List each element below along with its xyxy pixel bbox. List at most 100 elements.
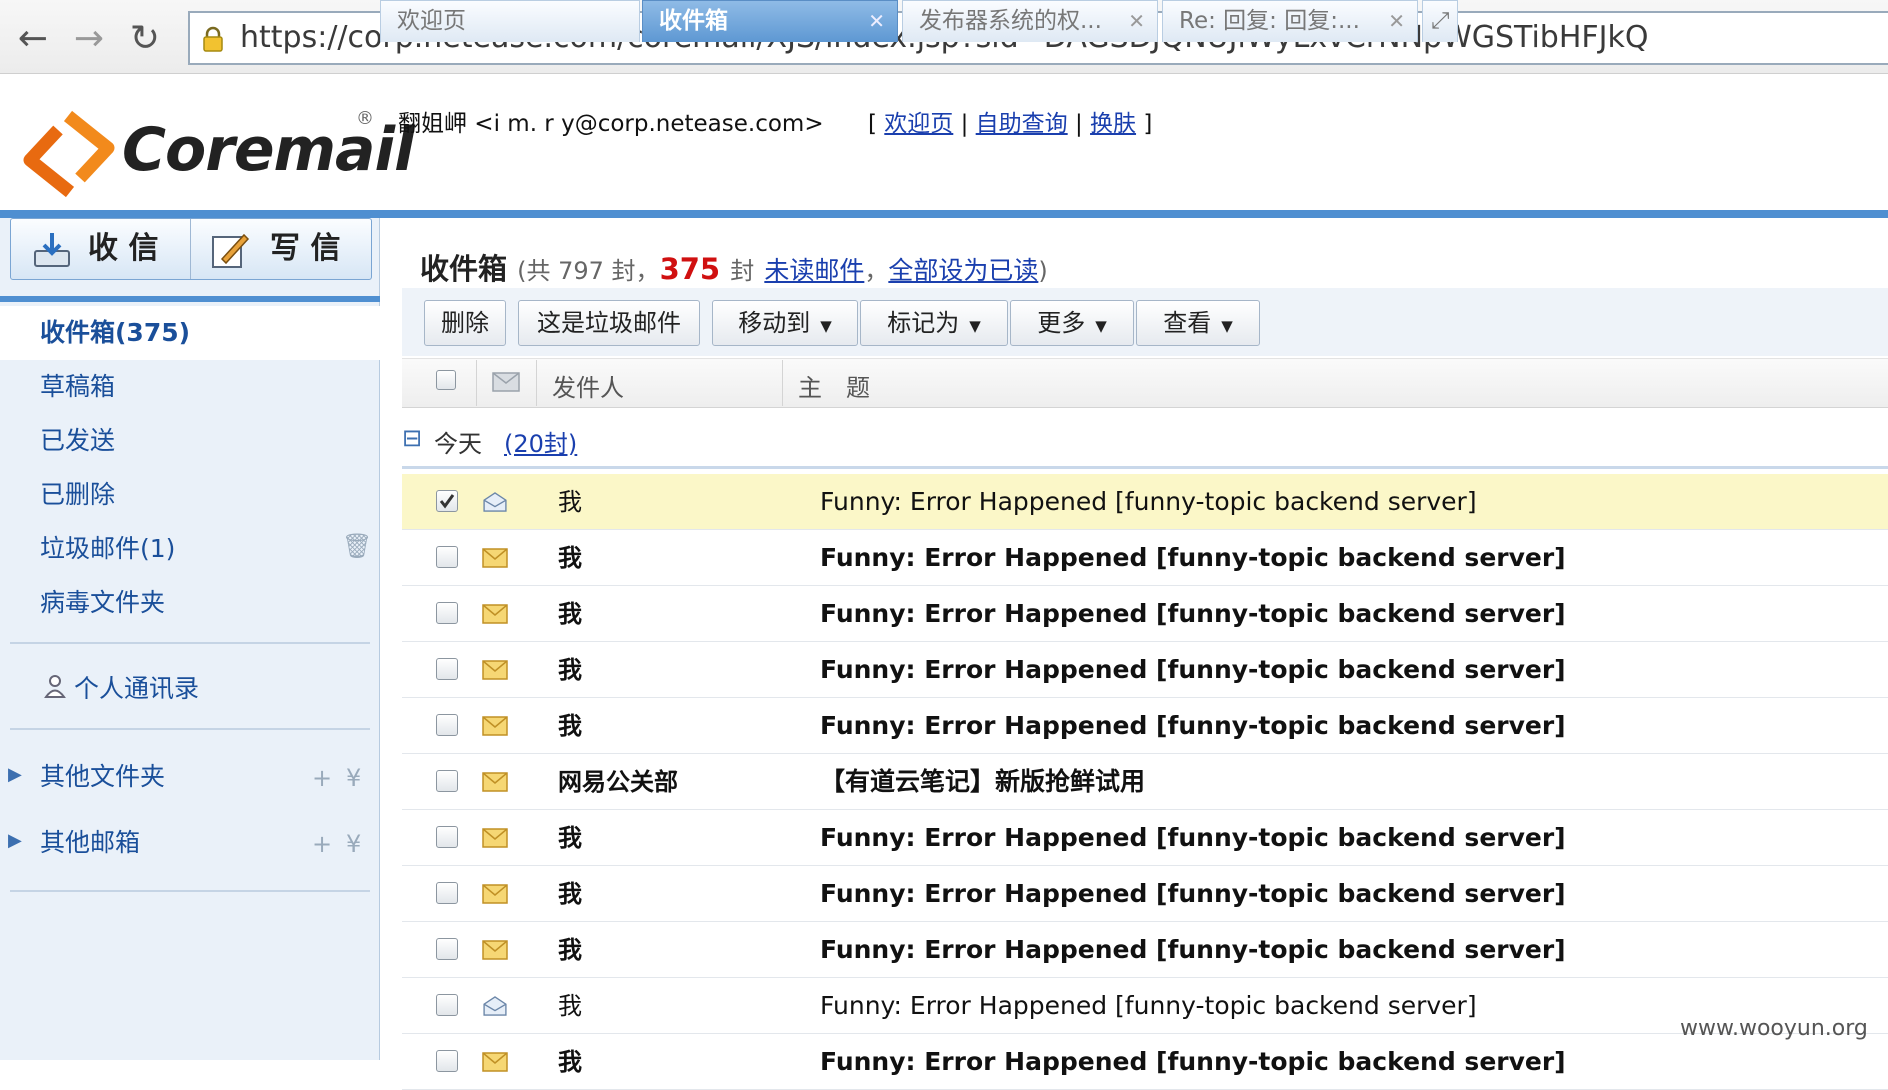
message-row[interactable]: 网易公关部 【有道云笔记】新版抢鲜试用 [402,754,1888,810]
contact-person-icon [44,675,66,698]
message-subject[interactable]: Funny: Error Happened [funny-topic backe… [820,698,1566,754]
sender-column-header[interactable]: 发件人 [552,368,624,403]
message-checkbox[interactable] [436,938,458,960]
message-row[interactable]: 我 Funny: Error Happened [funny-topic back… [402,698,1888,754]
message-sender: 我 [558,1048,582,1076]
message-subject[interactable]: Funny: Error Happened [funny-topic backe… [820,978,1477,1034]
move-to-dropdown[interactable]: 移动到 ▼ [712,300,858,346]
unread-envelope-icon [482,828,508,848]
unread-count: 375 [659,252,721,286]
message-checkbox[interactable] [436,826,458,848]
sidebar-separator [10,728,370,730]
compose-pencil-icon [212,233,250,268]
message-checkbox[interactable] [436,1050,458,1072]
message-checkbox[interactable] [436,658,458,680]
unread-envelope-icon [482,772,508,792]
group-count-link[interactable]: (20封) [504,424,577,459]
expand-tabs-icon[interactable]: ⤢ [1422,0,1458,42]
view-dropdown[interactable]: 查看 ▼ [1136,300,1260,346]
message-sender: 我 [558,600,582,628]
message-checkbox[interactable] [436,770,458,792]
message-checkbox-checked[interactable] [436,490,458,512]
folder-drafts[interactable]: 草稿箱 [0,360,380,414]
contacts-label: 个人通讯录 [74,674,200,703]
inbox-download-icon [34,233,70,267]
delete-button[interactable]: 删除 [424,300,506,346]
message-row[interactable]: 我 Funny: Error Happened [funny-topic back… [402,1034,1888,1090]
message-subject[interactable]: Funny: Error Happened [funny-topic backe… [820,530,1566,586]
folder-deleted[interactable]: 已删除 [0,468,380,522]
add-mailbox-icon[interactable]: + [312,830,332,858]
sidebar-divider [0,296,380,302]
opened-envelope-icon [483,996,507,1016]
report-spam-button[interactable]: 这是垃圾邮件 [518,300,700,346]
message-row[interactable]: 我 Funny: Error Happened [funny-topic back… [402,474,1888,530]
change-skin-link[interactable]: 换肤 [1090,111,1136,137]
welcome-link[interactable]: 欢迎页 [884,111,953,137]
unread-envelope-icon [482,548,508,568]
message-row[interactable]: 我 Funny: Error Happened [funny-topic back… [402,866,1888,922]
more-label: 更多 [1037,309,1086,337]
list-header [402,358,1888,408]
more-dropdown[interactable]: 更多 ▼ [1010,300,1134,346]
message-subject[interactable]: Funny: Error Happened [funny-topic backe… [820,922,1566,978]
tab-publisher-permissions[interactable]: 发布器系统的权... ✕ [902,0,1158,42]
add-folder-icon[interactable]: + [312,764,332,792]
folder-spam[interactable]: 垃圾邮件(1) [0,522,380,576]
registered-mark: ® [356,108,374,129]
tab-welcome[interactable]: 欢迎页 [380,0,640,42]
folder-virus[interactable]: 病毒文件夹 [0,576,380,630]
unread-envelope-icon [482,1052,508,1072]
unread-envelope-icon [482,940,508,960]
mark-as-dropdown[interactable]: 标记为 ▼ [860,300,1008,346]
message-subject[interactable]: 【有道云笔记】新版抢鲜试用 [820,754,1145,810]
subject-column-header[interactable]: 主 题 [798,368,870,403]
message-subject[interactable]: Funny: Error Happened [funny-topic backe… [820,866,1566,922]
folder-inbox[interactable]: 收件箱(375) [0,306,380,360]
empty-spam-icon[interactable]: 🗑 [342,532,372,560]
message-subject[interactable]: Funny: Error Happened [funny-topic backe… [820,642,1566,698]
column-separator [476,360,477,406]
reload-icon[interactable]: ↻ [122,16,168,62]
message-row[interactable]: 我 Funny: Error Happened [funny-topic back… [402,642,1888,698]
message-row[interactable]: 我 Funny: Error Happened [funny-topic back… [402,810,1888,866]
group-label: 今天 [434,430,482,458]
message-row[interactable]: 我 Funny: Error Happened [funny-topic back… [402,586,1888,642]
tab-reply-thread[interactable]: Re: 回复: 回复:... ✕ [1162,0,1418,42]
summary-close: ) [1038,257,1048,285]
folder-options-icon[interactable]: ¥ [346,764,361,792]
back-arrow-icon[interactable]: ← [10,16,56,62]
read-status-column-icon[interactable] [492,372,520,392]
mark-all-read-link[interactable]: 全部设为已读 [888,256,1038,285]
message-row[interactable]: 我 Funny: Error Happened [funny-topic back… [402,978,1888,1034]
comma: ， [864,257,889,285]
message-checkbox[interactable] [436,882,458,904]
close-tab-icon[interactable]: ✕ [1128,1,1145,41]
watermark: www.wooyun.org [1680,1016,1868,1041]
forward-arrow-icon[interactable]: → [66,16,112,62]
message-checkbox[interactable] [436,602,458,624]
folder-sent[interactable]: 已发送 [0,414,380,468]
message-checkbox[interactable] [436,546,458,568]
compose-button[interactable]: 写 信 [192,219,370,279]
message-row[interactable]: 我 Funny: Error Happened [funny-topic back… [402,530,1888,586]
column-separator [782,360,783,406]
close-tab-icon[interactable]: ✕ [868,1,885,41]
collapse-group-icon[interactable]: ⊟ [402,424,422,452]
message-subject[interactable]: Funny: Error Happened [funny-topic backe… [820,1034,1566,1090]
message-checkbox[interactable] [436,714,458,736]
message-row[interactable]: 我 Funny: Error Happened [funny-topic back… [402,922,1888,978]
tab-inbox[interactable]: 收件箱 ✕ [642,0,898,42]
lock-icon [203,26,223,52]
self-query-link[interactable]: 自助查询 [976,111,1068,137]
receive-mail-button[interactable]: 收 信 [14,219,190,279]
unread-mail-link[interactable]: 未读邮件 [764,256,864,285]
message-subject[interactable]: Funny: Error Happened [funny-topic backe… [820,810,1566,866]
message-subject[interactable]: Funny: Error Happened [funny-topic backe… [820,586,1566,642]
close-tab-icon[interactable]: ✕ [1388,1,1405,41]
select-all-checkbox[interactable] [436,370,456,390]
message-subject[interactable]: Funny: Error Happened [funny-topic backe… [820,474,1477,530]
message-checkbox[interactable] [436,994,458,1016]
mailbox-options-icon[interactable]: ¥ [346,830,361,858]
message-sender: 我 [558,656,582,684]
